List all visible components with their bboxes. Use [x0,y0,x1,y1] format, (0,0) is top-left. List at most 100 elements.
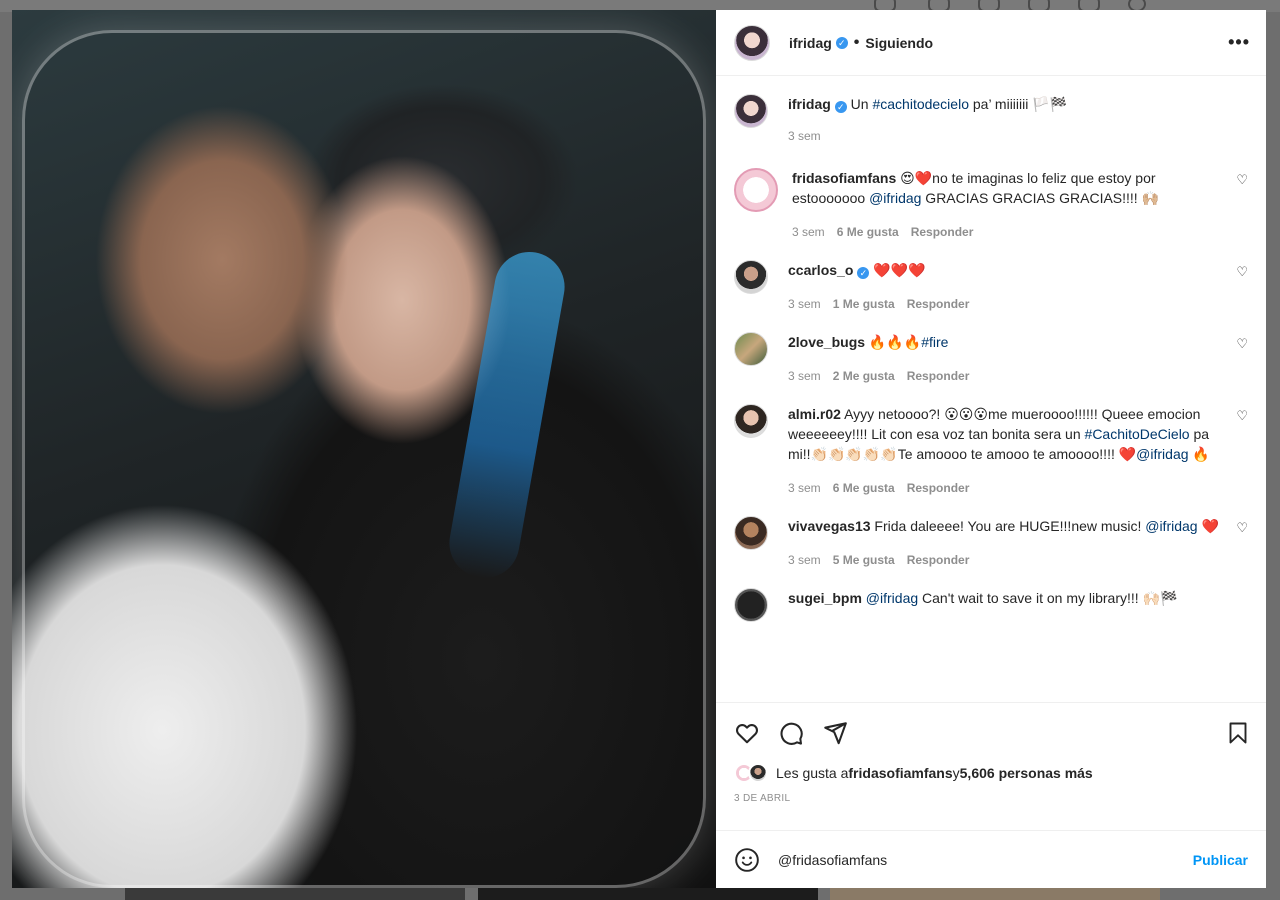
liker-username[interactable]: fridasofiamfans [848,765,952,781]
following-button[interactable]: Siguiendo [865,35,933,51]
comment-input[interactable] [776,850,1193,869]
likes-summary: Les gusta a fridasofiamfans y 5,606 pers… [734,763,1250,783]
comment-item: sugei_bpm @ifridag Can't wait to save it… [734,588,1250,622]
commenter-username[interactable]: vivavegas13 [788,518,871,534]
reply-button[interactable]: Responder [911,225,974,239]
separator-dot: • [853,33,860,51]
like-comment-icon[interactable]: ♡ [1236,520,1248,536]
comment-likes[interactable]: 1 Me gusta [833,297,895,311]
emoji-icon[interactable] [734,847,760,873]
comment-meta: 3 sem 1 Me gusta Responder [788,294,1220,314]
commenter-avatar[interactable] [734,588,768,622]
commenter-avatar[interactable] [734,404,768,438]
commenter-username[interactable]: ccarlos_o [788,262,853,278]
comment-text-end: GRACIAS GRACIAS GRACIAS!!!! 🙌🏼 [921,190,1160,206]
mention-link[interactable]: @ifridag [866,590,918,606]
save-bookmark-icon[interactable] [1226,720,1250,746]
reply-button[interactable]: Responder [907,481,970,495]
comment-meta: 3 sem 6 Me gusta Responder [788,478,1220,498]
mention-link[interactable]: @ifridag [1145,518,1197,534]
comment-text: Can't wait to save it on my library!!! 🙌… [918,590,1178,606]
post-modal: ifridag ✓ • Siguiendo ••• ifridag ✓ Un #c… [12,10,1266,888]
likes-prefix: Les gusta a [776,765,849,781]
comment-text-end: 🔥 [1188,446,1210,462]
comment-item: almi.r02 Ayyy netoooo?! 😮😮😮me mueroooo!!… [734,404,1250,516]
comment-text: 🔥🔥🔥 [868,334,922,350]
verified-icon: ✓ [857,267,870,279]
share-icon[interactable] [822,720,848,746]
reply-button[interactable]: Responder [907,297,970,311]
comment-body: almi.r02 Ayyy netoooo?! 😮😮😮me mueroooo!!… [788,404,1250,516]
like-comment-icon[interactable]: ♡ [1236,336,1248,352]
commenter-avatar[interactable] [734,332,768,366]
action-icons [734,717,1250,749]
like-comment-icon[interactable]: ♡ [1236,408,1248,424]
post-photo[interactable] [12,10,716,888]
likes-count[interactable]: 5,606 personas más [960,765,1093,781]
comment-body: ccarlos_o ✓ ❤️❤️❤️ 3 sem 1 Me gusta Respond… [788,260,1250,332]
commenter-username[interactable]: sugei_bpm [788,590,862,606]
comment-meta: 3 sem 2 Me gusta Responder [788,366,1220,386]
background-feed-tile [125,888,465,900]
commenter-avatar[interactable] [734,260,768,294]
publish-button[interactable]: Publicar [1193,852,1248,868]
comment-text-end: ❤️ [1197,518,1219,534]
comment-meta: 3 sem 6 Me gusta Responder [792,222,1220,242]
caption-time[interactable]: 3 sem [788,129,821,143]
commenter-avatar[interactable] [734,516,768,550]
caption-text: Un [850,96,873,112]
hashtag-link[interactable]: #CachitoDeCielo [1085,426,1190,442]
comment-body: 2love_bugs 🔥🔥🔥#fire 3 sem 2 Me gusta Respo… [788,332,1250,404]
mention-link[interactable]: @ifridag [1136,446,1188,462]
verified-icon: ✓ [835,36,848,49]
photo-outline [22,30,706,888]
like-comment-icon[interactable]: ♡ [1236,264,1248,280]
post-header: ifridag ✓ • Siguiendo ••• [716,10,1266,76]
caption-body: ifridag ✓ Un #cachitodecielo pa’ miiiiiii… [788,94,1250,168]
background-feed-tile [478,888,818,900]
like-heart-icon[interactable] [734,720,760,746]
comment-likes[interactable]: 6 Me gusta [837,225,899,239]
reply-button[interactable]: Responder [907,553,970,567]
post-date[interactable]: 3 DE ABRIL [734,793,1250,804]
caption-username[interactable]: ifridag [788,96,831,112]
comment-item: ccarlos_o ✓ ❤️❤️❤️ 3 sem 1 Me gusta Respond… [734,260,1250,332]
comment-likes[interactable]: 5 Me gusta [833,553,895,567]
caption-avatar[interactable] [734,94,768,128]
hashtag-link[interactable]: #cachitodecielo [872,96,969,112]
caption: ifridag ✓ Un #cachitodecielo pa’ miiiiiii… [734,94,1250,168]
author-username[interactable]: ifridag [789,35,832,51]
comment-body: fridasofiamfans 😍❤️no te imaginas lo fel… [792,168,1250,260]
like-comment-icon[interactable]: ♡ [1236,172,1248,188]
comment-body: vivavegas13 Frida daleeee! You are HUGE!… [788,516,1250,588]
comment-text: Frida daleeee! You are HUGE!!!new music! [874,518,1146,534]
comment-item: vivavegas13 Frida daleeee! You are HUGE!… [734,516,1250,588]
commenter-username[interactable]: fridasofiamfans [792,170,896,186]
commenter-avatar[interactable] [734,168,778,212]
verified-icon: ✓ [834,101,847,113]
comment-likes[interactable]: 2 Me gusta [833,369,895,383]
comment-time[interactable]: 3 sem [788,481,821,495]
comment-icon[interactable] [778,720,804,746]
hashtag-link[interactable]: #fire [921,334,948,350]
comments-list[interactable]: ifridag ✓ Un #cachitodecielo pa’ miiiiiii… [716,76,1266,702]
comment-time[interactable]: 3 sem [788,369,821,383]
mention-link[interactable]: @ifridag [869,190,921,206]
author-avatar[interactable] [734,24,770,61]
commenter-username[interactable]: almi.r02 [788,406,841,422]
liker-avatar [748,763,768,783]
post-side-panel: ifridag ✓ • Siguiendo ••• ifridag ✓ Un #c… [716,10,1266,888]
caption-meta: 3 sem [788,126,1220,146]
comment-body: sugei_bpm @ifridag Can't wait to save it… [788,588,1250,622]
reply-button[interactable]: Responder [907,369,970,383]
likes-middle: y [952,765,960,781]
comment-time[interactable]: 3 sem [788,297,821,311]
commenter-username[interactable]: 2love_bugs [788,334,865,350]
comment-item: 2love_bugs 🔥🔥🔥#fire 3 sem 2 Me gusta Respo… [734,332,1250,404]
comment-likes[interactable]: 6 Me gusta [833,481,895,495]
background-feed-tile [830,888,1160,900]
comment-item: fridasofiamfans 😍❤️no te imaginas lo fel… [734,168,1250,260]
comment-time[interactable]: 3 sem [788,553,821,567]
comment-time[interactable]: 3 sem [792,225,825,239]
more-options-icon[interactable]: ••• [1228,32,1250,53]
